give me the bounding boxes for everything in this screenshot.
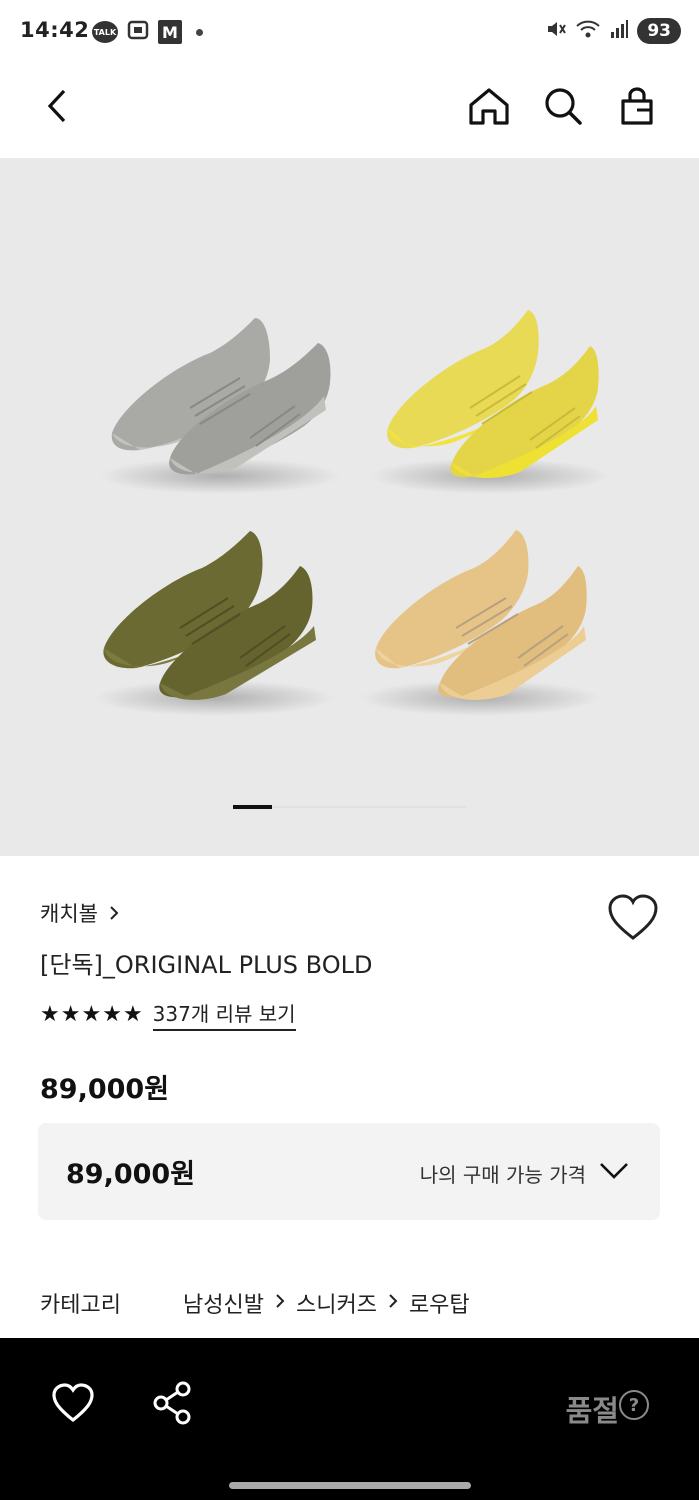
heart-icon: [52, 1383, 94, 1423]
help-icon[interactable]: ?: [619, 1390, 649, 1420]
bottom-action-bar: 품절 ?: [0, 1338, 699, 1500]
more-notifications-dot: [196, 28, 203, 36]
home-indicator[interactable]: [229, 1482, 471, 1489]
chevron-right-icon: [387, 1291, 399, 1316]
status-time: 14:42: [20, 18, 90, 42]
home-button[interactable]: [463, 80, 515, 132]
image-pager: [233, 805, 466, 809]
shopping-bag-icon: [621, 87, 653, 125]
category-item[interactable]: 남성신발: [183, 1287, 264, 1319]
home-icon: [469, 88, 509, 125]
kakaotalk-icon: TALK: [92, 21, 118, 43]
my-price-value: 89,000원: [66, 1159, 196, 1190]
chevron-right-icon: [110, 906, 119, 920]
screenshot-icon: [126, 18, 150, 46]
rating-row: ★ ★ ★ ★ ★ 337개 리뷰 보기: [40, 998, 296, 1031]
category-item[interactable]: 로우탑: [409, 1287, 470, 1319]
star-icon: ★: [60, 1001, 81, 1027]
top-nav-bar: [0, 62, 699, 158]
back-arrow-icon: [47, 89, 66, 123]
product-name: [단독]_ORIGINAL PLUS BOLD: [40, 951, 373, 979]
star-icon: ★: [122, 1001, 143, 1027]
mute-icon: [545, 18, 567, 44]
category-row: 카테고리 남성신발 스니커즈 로우탑: [40, 1287, 470, 1319]
star-icon: ★: [40, 1001, 60, 1027]
bottom-wishlist-button[interactable]: [50, 1382, 96, 1424]
brand-name: 캐치볼: [40, 902, 98, 926]
system-icons: 93: [545, 18, 681, 44]
back-button[interactable]: [33, 80, 85, 132]
heart-icon: [608, 894, 658, 940]
battery-indicator: 93: [637, 18, 681, 44]
wifi-icon: [575, 18, 601, 44]
category-item[interactable]: 스니커즈: [296, 1287, 377, 1319]
grey-sneakers: [100, 318, 340, 494]
wishlist-button[interactable]: [606, 893, 660, 945]
rating-stars: ★ ★ ★ ★ ★: [40, 1001, 143, 1027]
search-button[interactable]: [537, 80, 589, 132]
share-icon: [153, 1381, 191, 1425]
chevron-right-icon: [274, 1291, 286, 1316]
my-price-label: 나의 구매 가능 가격: [419, 1163, 586, 1187]
gmail-icon: M: [158, 20, 182, 44]
status-bar: 14:42 TALK M 93: [0, 0, 699, 62]
olive-sneakers: [95, 531, 335, 716]
category-breadcrumb: 남성신발 스니커즈 로우탑: [183, 1287, 470, 1319]
brand-link[interactable]: 캐치볼: [40, 898, 120, 928]
review-link[interactable]: 337개 리뷰 보기: [152, 998, 296, 1031]
search-icon: [545, 88, 582, 125]
star-icon: ★: [102, 1001, 122, 1027]
star-icon: ★: [81, 1001, 102, 1027]
product-image-carousel[interactable]: [0, 158, 699, 856]
product-image: [95, 310, 610, 716]
chevron-down-icon: [600, 1163, 628, 1179]
soldout-label: 품절: [565, 1394, 619, 1428]
pager-active-indicator: [233, 805, 272, 809]
yellow-sneakers: [370, 310, 610, 494]
sand-sneakers: [360, 530, 600, 716]
shopping-bag-button[interactable]: [611, 80, 663, 132]
notification-icons: TALK M: [92, 18, 203, 46]
product-price: 89,000원: [40, 1074, 170, 1105]
my-price-dropdown[interactable]: 89,000원 나의 구매 가능 가격: [38, 1123, 660, 1220]
category-label: 카테고리: [40, 1293, 121, 1318]
signal-icon: [609, 19, 629, 43]
share-button[interactable]: [150, 1380, 196, 1426]
